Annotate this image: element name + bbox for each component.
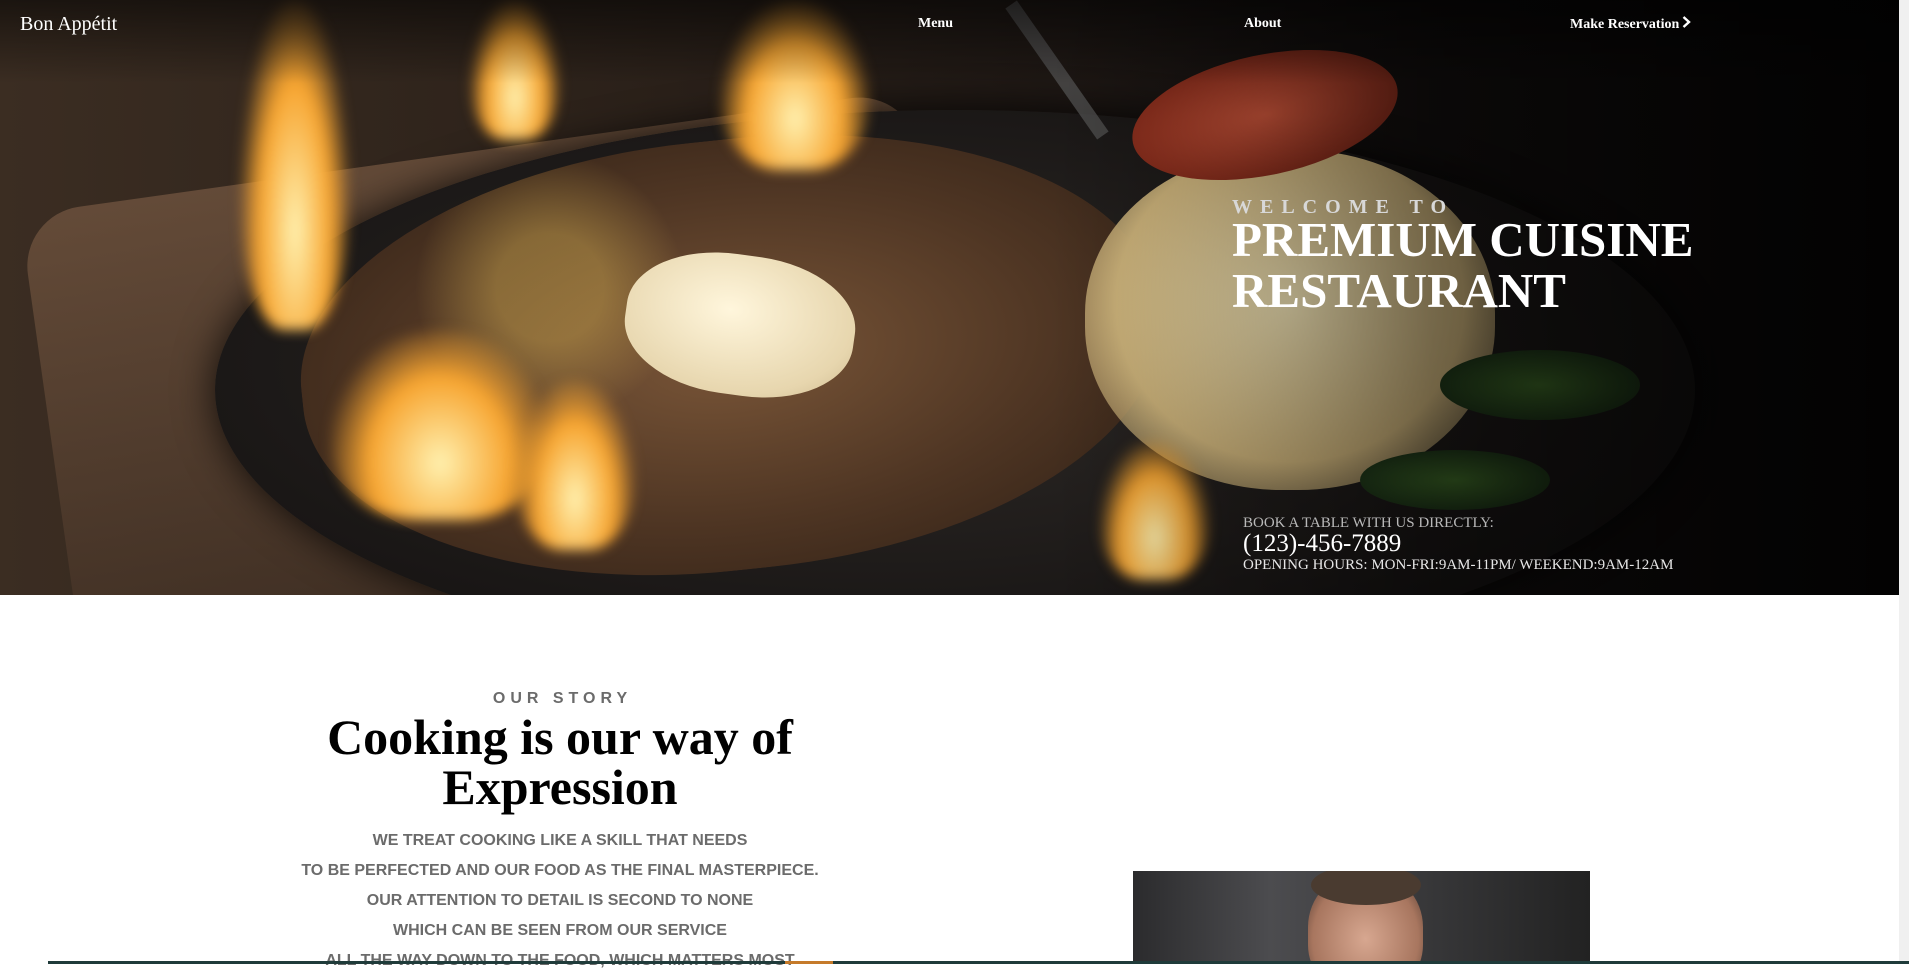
story-line: WHICH CAN BE SEEN FROM OUR SERVICE	[393, 922, 727, 939]
make-reservation-label: Make Reservation	[1570, 17, 1680, 32]
story-eyebrow: OUR STORY	[492, 690, 633, 707]
story-title: Cooking is our way of Expression	[260, 712, 860, 812]
story-line: WE TREAT COOKING LIKE A SKILL THAT NEEDS	[372, 832, 748, 849]
nav-make-reservation-link[interactable]: Make Reservation	[1570, 16, 1692, 33]
story-line: TO BE PERFECTED AND OUR FOOD AS THE FINA…	[301, 862, 819, 879]
page-scrollbar[interactable]	[1899, 0, 1909, 964]
brand-logo[interactable]: Bon Appétit	[20, 13, 117, 36]
story-line: OUR ATTENTION TO DETAIL IS SECOND TO NON…	[366, 892, 754, 909]
nav-menu-link[interactable]: Menu	[918, 16, 953, 32]
opening-hours: OPENING HOURS: MON-FRI:9AM-11PM/ WEEKEND…	[1243, 557, 1674, 573]
phone-number[interactable]: (123)-456-7889	[1243, 530, 1401, 558]
hero-title: PREMIUM CUISINE RESTAURANT	[1232, 214, 1792, 316]
story-title-line: Expression	[442, 759, 678, 815]
chevron-right-icon	[1682, 16, 1692, 33]
story-title-line: Cooking is our way of	[327, 709, 793, 765]
chef-photo	[1133, 871, 1590, 964]
story-text: WE TREAT COOKING LIKE A SKILL THAT NEEDS…	[260, 826, 860, 976]
our-story-section: OUR STORY Cooking is our way of Expressi…	[260, 690, 860, 976]
hero-title-line: RESTAURANT	[1232, 263, 1566, 318]
hero-banner: Bon Appétit Menu About Make Reservation …	[0, 0, 1909, 595]
hero-title-line: PREMIUM CUISINE	[1232, 212, 1694, 267]
nav-about-link[interactable]: About	[1244, 16, 1281, 32]
